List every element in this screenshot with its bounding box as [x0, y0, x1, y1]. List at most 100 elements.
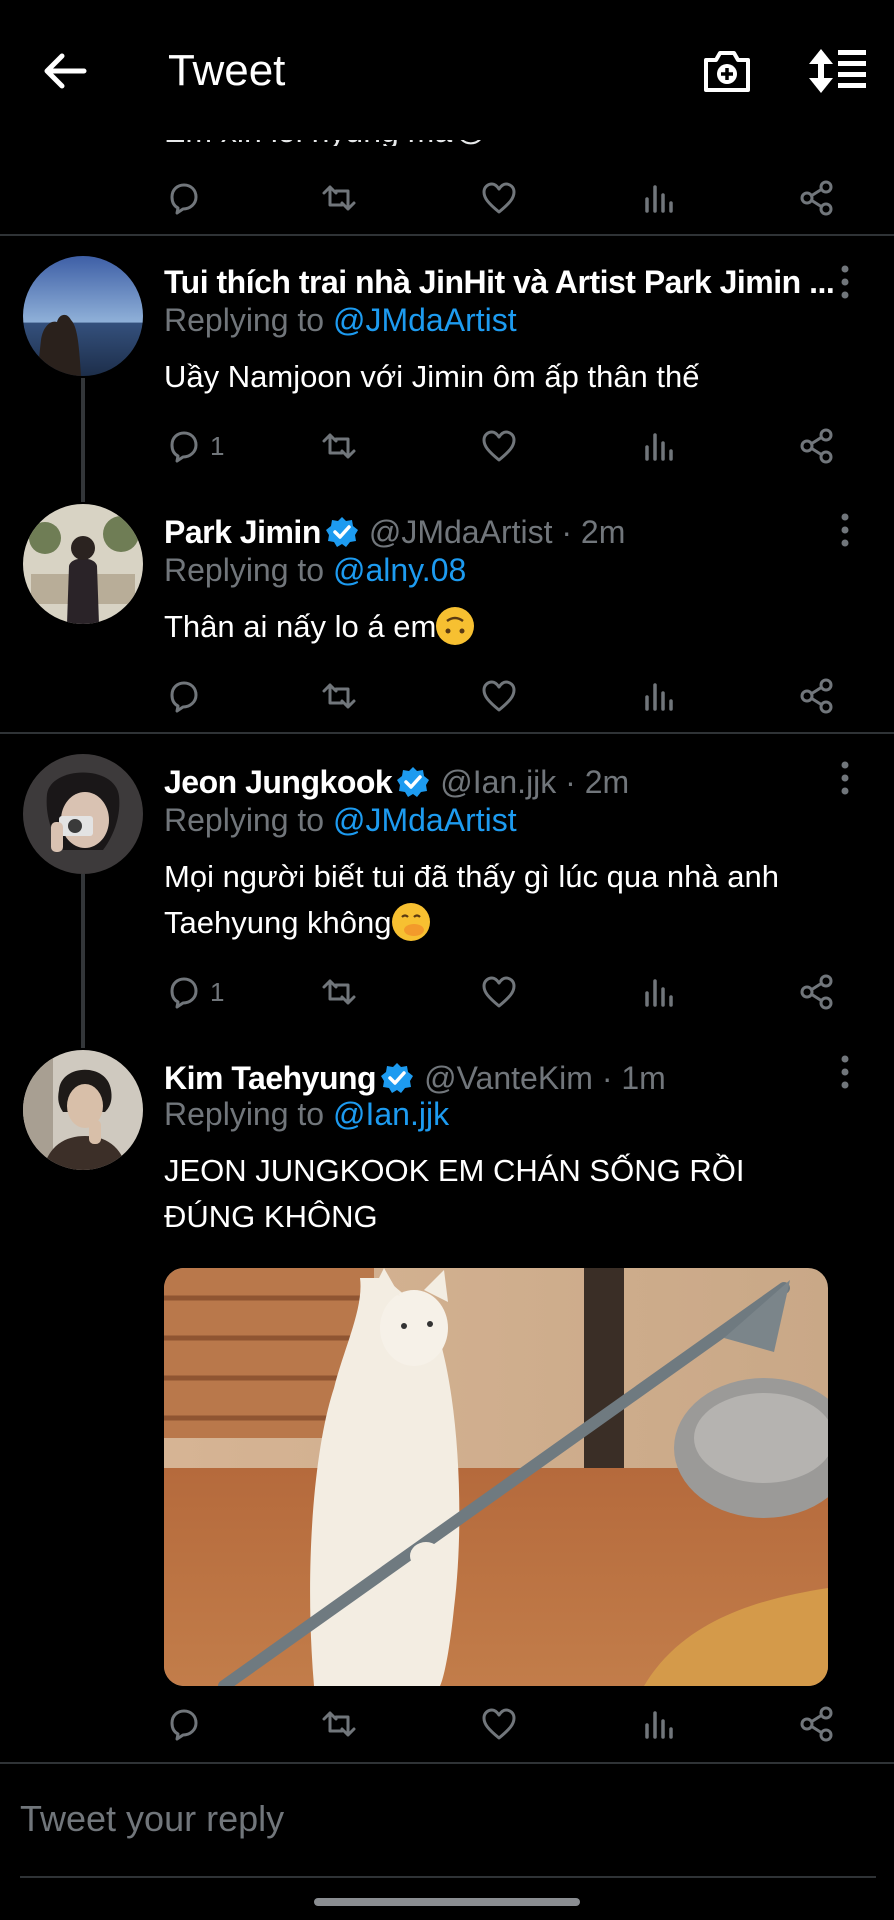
- more-vertical-icon: [841, 761, 849, 795]
- home-indicator[interactable]: [314, 1898, 580, 1906]
- more-vertical-icon: [841, 513, 849, 547]
- avatar[interactable]: [23, 256, 143, 376]
- display-name[interactable]: Park Jimin: [164, 514, 321, 551]
- retweet-button[interactable]: [320, 674, 358, 718]
- share-button[interactable]: [798, 674, 836, 718]
- arrow-left-icon: [44, 53, 87, 89]
- like-button[interactable]: [480, 674, 518, 718]
- divider: [0, 732, 894, 734]
- more-options-button[interactable]: [830, 1052, 860, 1092]
- views-button[interactable]: [640, 970, 678, 1014]
- share-icon: [800, 180, 833, 216]
- retweet-icon: [322, 683, 356, 709]
- heart-icon: [482, 182, 516, 214]
- share-button[interactable]: [798, 970, 836, 1014]
- share-icon: [800, 974, 833, 1010]
- like-button[interactable]: [480, 176, 518, 220]
- replying-to: Replying to @Ian.jjk: [164, 1096, 449, 1133]
- display-name[interactable]: Kim Taehyung: [164, 1060, 377, 1097]
- retweet-button[interactable]: [320, 424, 358, 468]
- reply-button[interactable]: [164, 674, 202, 718]
- views-button[interactable]: [640, 674, 678, 718]
- more-options-button[interactable]: [830, 510, 860, 550]
- avatar[interactable]: [23, 754, 143, 874]
- retweet-icon: [322, 979, 356, 1005]
- reply-button[interactable]: 1: [164, 970, 224, 1014]
- sort-icon: [809, 49, 866, 93]
- retweet-button[interactable]: [320, 176, 358, 220]
- handle-and-time: @VanteKim · 1m: [424, 1059, 666, 1096]
- heart-icon: [482, 680, 516, 712]
- share-icon: [800, 678, 833, 714]
- verified-badge-icon: [381, 1063, 414, 1093]
- share-icon: [800, 1706, 833, 1742]
- mention-link[interactable]: @alny.08: [333, 552, 466, 588]
- tweet-actions: 1: [164, 970, 844, 1014]
- reply-count: 1: [210, 976, 225, 1007]
- share-button[interactable]: [798, 176, 836, 220]
- comment-icon: [170, 1709, 198, 1741]
- verified-badge-icon: [325, 517, 358, 547]
- sort-button[interactable]: [808, 46, 868, 96]
- thread-line: [81, 378, 85, 502]
- reply-button[interactable]: 1: [164, 424, 224, 468]
- share-icon: [800, 428, 833, 464]
- reply-input[interactable]: Tweet your reply: [20, 1798, 284, 1840]
- analytics-icon: [645, 433, 673, 461]
- like-button[interactable]: [480, 970, 518, 1014]
- heart-icon: [482, 430, 516, 462]
- share-button[interactable]: [798, 1702, 836, 1746]
- retweet-button[interactable]: [320, 970, 358, 1014]
- mention-link[interactable]: @Ian.jjk: [333, 1096, 449, 1132]
- analytics-icon: [645, 979, 673, 1007]
- back-button[interactable]: [40, 46, 90, 96]
- tweet-text: Uầy Namjoon với Jimin ôm ấp thân thế: [164, 359, 700, 394]
- display-name[interactable]: Tui thích trai nhà JinHit và Artist Park…: [164, 264, 835, 301]
- mention-link[interactable]: @JMdaArtist: [333, 802, 517, 838]
- tweet-text-wrapper: Mọi người biết tui đã thấy gì lúc qua nh…: [164, 854, 844, 946]
- views-button[interactable]: [640, 1702, 678, 1746]
- replying-to: Replying to @alny.08: [164, 552, 466, 589]
- retweet-icon: [322, 185, 356, 211]
- like-button[interactable]: [480, 1702, 518, 1746]
- tweet-text: JEON JUNGKOOK EM CHÁN SỐNG RỒI ĐÚNG KHÔN…: [164, 1153, 745, 1234]
- views-button[interactable]: [640, 176, 678, 220]
- display-name[interactable]: Jeon Jungkook: [164, 764, 393, 801]
- mention-link[interactable]: @JMdaArtist: [333, 302, 517, 338]
- tweet-media-image[interactable]: [164, 1268, 828, 1686]
- thread-line: [81, 874, 85, 1048]
- replying-to: Replying to @JMdaArtist: [164, 802, 517, 839]
- reply-button[interactable]: [164, 176, 202, 220]
- more-options-button[interactable]: [830, 262, 860, 302]
- tweet-actions: [164, 1702, 844, 1746]
- avatar[interactable]: [23, 1050, 143, 1170]
- analytics-icon: [645, 185, 673, 213]
- reply-button[interactable]: [164, 1702, 202, 1746]
- avatar[interactable]: [23, 504, 143, 624]
- retweet-button[interactable]: [320, 1702, 358, 1746]
- replying-to-label: Replying to: [164, 552, 333, 588]
- comment-icon: [170, 977, 198, 1009]
- tweet-text-wrapper: Thân ai nấy lo á em: [164, 604, 844, 650]
- retweet-icon: [322, 1711, 356, 1737]
- views-button[interactable]: [640, 424, 678, 468]
- face-with-hand-over-mouth-emoji: [391, 903, 430, 941]
- top-app-bar: Tweet: [0, 0, 894, 140]
- analytics-icon: [645, 683, 673, 711]
- replying-to: Replying to @JMdaArtist: [164, 302, 517, 339]
- divider: [0, 234, 894, 236]
- heart-icon: [482, 976, 516, 1008]
- comment-icon: [170, 681, 198, 713]
- more-options-button[interactable]: [830, 758, 860, 798]
- share-button[interactable]: [798, 424, 836, 468]
- more-vertical-icon: [841, 1055, 849, 1089]
- comment-icon: [170, 183, 198, 215]
- tweet-actions: [164, 674, 844, 718]
- camera-button[interactable]: [700, 44, 754, 98]
- handle-and-time: @JMdaArtist · 2m: [368, 513, 626, 550]
- heart-icon: [482, 1708, 516, 1740]
- page-title: Tweet: [168, 46, 286, 95]
- reply-composer[interactable]: Tweet your reply: [0, 1760, 894, 1878]
- tweet-actions: [164, 176, 844, 220]
- like-button[interactable]: [480, 424, 518, 468]
